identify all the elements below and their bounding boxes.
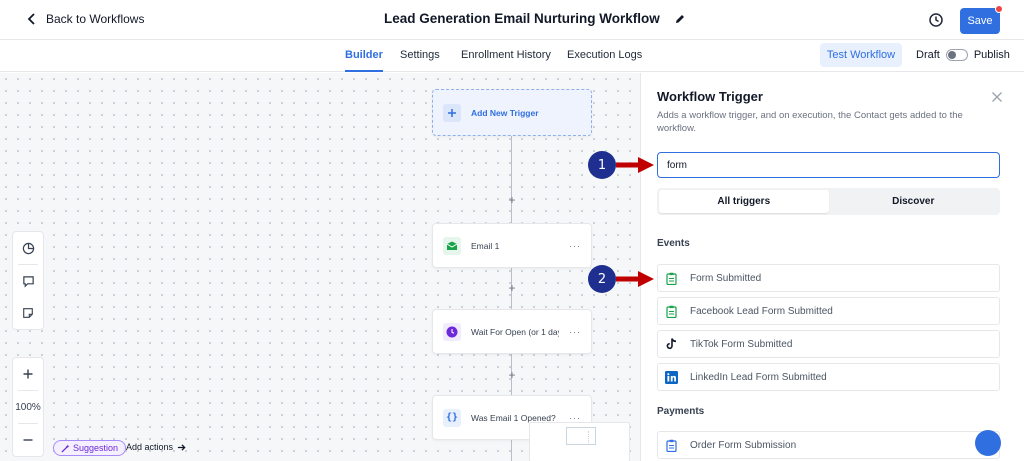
node-label: Was Email 1 Opened? bbox=[471, 412, 556, 423]
suggestion-label: Suggestion bbox=[73, 443, 119, 453]
workflow-trigger-panel: Workflow Trigger Adds a workflow trigger… bbox=[640, 73, 1024, 461]
tab-builder[interactable]: Builder bbox=[345, 49, 383, 72]
canvas-tools bbox=[12, 231, 44, 330]
test-workflow-button[interactable]: Test Workflow bbox=[820, 43, 902, 67]
tab-bar: Builder Settings Enrollment History Exec… bbox=[0, 40, 1024, 72]
stats-button[interactable] bbox=[13, 232, 43, 264]
panel-title: Workflow Trigger bbox=[657, 89, 763, 104]
trigger-item-linkedin-lead-form[interactable]: LinkedIn Lead Form Submitted bbox=[657, 363, 1000, 391]
arrow-right-icon bbox=[177, 443, 186, 451]
events-section-label: Events bbox=[657, 238, 690, 249]
zoom-in-button[interactable] bbox=[13, 358, 43, 390]
add-step-plus[interactable]: + bbox=[506, 369, 518, 381]
tab-execution-logs[interactable]: Execution Logs bbox=[567, 49, 642, 61]
more-options-icon[interactable]: ··· bbox=[569, 241, 581, 251]
annotation-marker-1: 1 bbox=[588, 151, 616, 179]
top-bar: Back to Workflows Lead Generation Email … bbox=[0, 0, 1024, 40]
workflow-title-text: Lead Generation Email Nurturing Workflow bbox=[384, 11, 660, 26]
tab-all-triggers[interactable]: All triggers bbox=[659, 190, 829, 213]
workflow-title: Lead Generation Email Nurturing Workflow bbox=[384, 11, 686, 26]
annotation-marker-2: 2 bbox=[588, 265, 616, 293]
add-step-plus[interactable]: + bbox=[506, 282, 518, 294]
chat-widget-button[interactable] bbox=[975, 430, 1001, 456]
workflow-canvas[interactable]: + + + Add New Trigger Email 1 ··· Wait F… bbox=[0, 73, 640, 461]
unsaved-indicator bbox=[995, 5, 1003, 13]
add-step-plus[interactable]: + bbox=[506, 194, 518, 206]
plus-icon bbox=[23, 369, 33, 379]
save-button[interactable]: Save bbox=[960, 5, 1003, 34]
clock-icon bbox=[443, 322, 461, 341]
history-icon[interactable] bbox=[928, 12, 944, 28]
trigger-item-facebook-lead-form[interactable]: Facebook Lead Form Submitted bbox=[657, 297, 1000, 325]
zoom-out-button[interactable] bbox=[13, 424, 43, 456]
linkedin-icon bbox=[664, 370, 678, 384]
draft-label: Draft bbox=[916, 49, 940, 61]
pie-chart-icon bbox=[22, 242, 34, 254]
publish-status: Draft Publish bbox=[916, 49, 1010, 61]
tab-enrollment-history[interactable]: Enrollment History bbox=[461, 49, 551, 61]
wait-node[interactable]: Wait For Open (or 1 day) ··· bbox=[432, 309, 592, 354]
envelope-icon bbox=[443, 236, 461, 255]
add-actions-link[interactable]: Add actions bbox=[126, 442, 186, 452]
more-options-icon[interactable]: ··· bbox=[569, 413, 581, 423]
tiktok-icon bbox=[664, 337, 678, 351]
clipboard-icon bbox=[664, 304, 678, 318]
clipboard-icon bbox=[664, 271, 678, 285]
clipboard-icon bbox=[664, 438, 678, 452]
tab-settings[interactable]: Settings bbox=[400, 49, 440, 61]
back-to-workflows-link[interactable]: Back to Workflows bbox=[26, 12, 144, 26]
trigger-label: Facebook Lead Form Submitted bbox=[690, 305, 833, 317]
payments-section-label: Payments bbox=[657, 406, 705, 417]
save-label: Save bbox=[967, 15, 993, 27]
magic-wand-icon bbox=[61, 443, 70, 453]
close-icon[interactable] bbox=[991, 91, 1003, 103]
node-label: Email 1 bbox=[471, 240, 500, 251]
trigger-label: Form Submitted bbox=[690, 272, 762, 284]
node-label: Wait For Open (or 1 day) bbox=[471, 326, 559, 337]
sticky-note-icon bbox=[23, 308, 33, 318]
braces-icon: {} bbox=[443, 408, 461, 427]
annotation-arrow-icon bbox=[616, 157, 654, 173]
zoom-controls: 100% bbox=[12, 357, 44, 457]
suggestion-chip[interactable]: Suggestion bbox=[53, 440, 127, 456]
minus-icon bbox=[23, 439, 33, 441]
publish-toggle[interactable] bbox=[945, 49, 968, 61]
minimap-flow bbox=[588, 431, 608, 445]
trigger-label: LinkedIn Lead Form Submitted bbox=[690, 371, 827, 383]
trigger-item-form-submitted[interactable]: Form Submitted bbox=[657, 264, 1000, 292]
minimap[interactable] bbox=[529, 422, 630, 461]
annotation-arrow-icon bbox=[616, 271, 654, 287]
workflow-builder-app: Back to Workflows Lead Generation Email … bbox=[0, 0, 1024, 461]
node-label: Add New Trigger bbox=[471, 107, 539, 118]
pencil-icon[interactable] bbox=[674, 13, 686, 25]
plus-icon bbox=[443, 103, 461, 122]
trigger-item-tiktok-form[interactable]: TikTok Form Submitted bbox=[657, 330, 1000, 358]
publish-label: Publish bbox=[973, 49, 1010, 61]
arrow-left-icon bbox=[27, 13, 35, 25]
tab-discover[interactable]: Discover bbox=[829, 190, 999, 213]
trigger-label: Order Form Submission bbox=[690, 439, 797, 451]
back-label: Back to Workflows bbox=[46, 12, 145, 26]
more-options-icon[interactable]: ··· bbox=[569, 327, 581, 337]
comment-button[interactable] bbox=[13, 265, 43, 297]
trigger-item-order-form-submission[interactable]: Order Form Submission bbox=[657, 431, 1000, 459]
add-trigger-node[interactable]: Add New Trigger bbox=[432, 89, 592, 136]
trigger-view-toggle: All triggers Discover bbox=[657, 188, 1000, 215]
email-node[interactable]: Email 1 ··· bbox=[432, 223, 592, 268]
sticky-note-button[interactable] bbox=[13, 297, 43, 329]
zoom-level: 100% bbox=[15, 401, 41, 413]
comment-icon bbox=[22, 275, 34, 288]
trigger-label: TikTok Form Submitted bbox=[690, 338, 793, 350]
trigger-search-input[interactable] bbox=[657, 152, 1000, 178]
panel-description: Adds a workflow trigger, and on executio… bbox=[657, 110, 963, 134]
add-actions-label: Add actions bbox=[126, 442, 174, 452]
